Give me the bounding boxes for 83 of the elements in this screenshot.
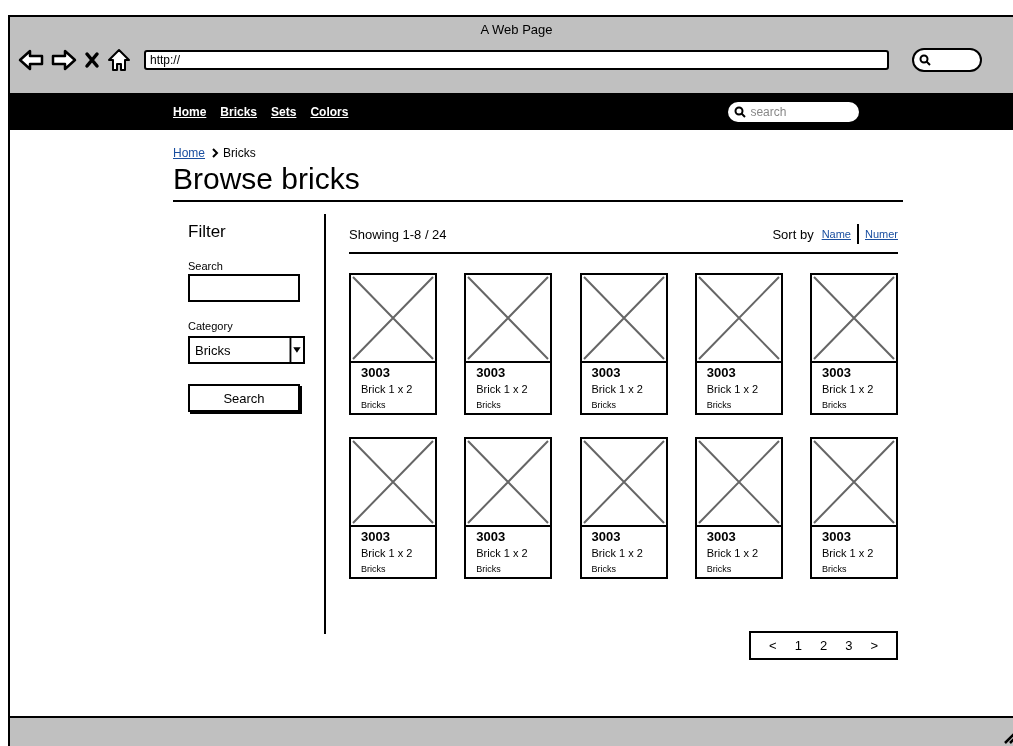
- image-placeholder-icon: [581, 439, 666, 527]
- image-placeholder-icon: [696, 439, 781, 527]
- page-link[interactable]: 2: [819, 638, 828, 653]
- field-label: Search: [188, 260, 223, 272]
- product-card[interactable]: 3003 Brick 1 x 2 Bricks: [464, 273, 553, 415]
- page-heading: Browse bricks: [173, 162, 903, 202]
- product-category: Bricks: [361, 564, 387, 574]
- page-link[interactable]: 3: [845, 638, 853, 653]
- search-icon: [919, 54, 931, 66]
- search-button[interactable]: Search: [188, 384, 300, 412]
- product-name: Brick 1 x 2: [361, 383, 414, 395]
- product-category: Bricks: [706, 400, 733, 410]
- url-field[interactable]: http://: [144, 50, 889, 70]
- chevron-icon: [210, 148, 220, 158]
- product-number: 3003: [591, 529, 622, 544]
- product-card[interactable]: 3003 Brick 1 x 2 Bricks: [694, 437, 783, 579]
- product-name: Brick 1 x 2: [476, 383, 529, 395]
- product-name: Brick 1 x 2: [822, 547, 875, 559]
- product-category: Bricks: [822, 564, 848, 574]
- breadcrumb-current: Bricks: [223, 146, 256, 160]
- home-icon[interactable]: [107, 48, 131, 72]
- nav-link[interactable]: Sets: [271, 104, 297, 119]
- product-name: Brick 1 x 2: [591, 383, 644, 395]
- product-name: Brick 1 x 2: [706, 383, 760, 395]
- product-category: Bricks: [476, 400, 502, 410]
- product-number: 3003: [706, 529, 737, 544]
- product-category: Bricks: [591, 400, 617, 410]
- image-placeholder-icon: [812, 439, 896, 527]
- product-card[interactable]: 3003 Brick 1 x 2 Bricks: [579, 273, 668, 415]
- product-number: 3003: [822, 365, 852, 380]
- image-placeholder-icon: [812, 275, 896, 363]
- nav-link[interactable]: Home: [173, 104, 207, 119]
- product-number: 3003: [476, 365, 507, 380]
- product-name: Brick 1 x 2: [822, 383, 875, 395]
- product-number: 3003: [361, 529, 391, 544]
- page-link[interactable]: <: [769, 638, 777, 653]
- filter-heading: Filter: [188, 222, 226, 242]
- product-card[interactable]: 3003 Brick 1 x 2 Bricks: [349, 437, 437, 579]
- product-number: 3003: [361, 365, 391, 380]
- sort-label: Sort by: [772, 226, 814, 242]
- results-summary: Showing 1-8 / 24: [349, 226, 447, 242]
- product-name: Brick 1 x 2: [361, 547, 414, 559]
- image-placeholder-icon: [351, 439, 435, 527]
- product-name: Brick 1 x 2: [476, 547, 529, 559]
- product-card[interactable]: 3003 Brick 1 x 2 Bricks: [579, 437, 668, 579]
- image-placeholder-icon: [696, 275, 781, 363]
- window-title: A Web Page: [480, 22, 553, 39]
- product-card[interactable]: 3003 Brick 1 x 2 Bricks: [349, 273, 437, 415]
- product-card[interactable]: 3003 Brick 1 x 2 Bricks: [464, 437, 553, 579]
- product-card[interactable]: 3003 Brick 1 x 2 Bricks: [694, 273, 783, 415]
- nav-link[interactable]: Colors: [310, 104, 349, 119]
- image-placeholder-icon: [466, 439, 551, 527]
- product-category: Bricks: [361, 400, 387, 410]
- product-number: 3003: [591, 365, 622, 380]
- page-link[interactable]: >: [870, 638, 878, 653]
- image-placeholder-icon: [581, 275, 666, 363]
- product-name: Brick 1 x 2: [706, 547, 760, 559]
- product-number: 3003: [706, 365, 737, 380]
- sort-link[interactable]: Numer: [865, 228, 898, 240]
- sort-link[interactable]: Name: [821, 228, 851, 240]
- close-icon[interactable]: [84, 51, 100, 69]
- product-category: Bricks: [591, 564, 617, 574]
- breadcrumb-link[interactable]: Home: [173, 146, 205, 160]
- image-placeholder-icon: [351, 275, 435, 363]
- search-field[interactable]: [912, 48, 982, 72]
- product-number: 3003: [476, 529, 507, 544]
- back-icon[interactable]: [18, 49, 44, 71]
- search-input-field[interactable]: [188, 274, 300, 302]
- field-label: Category: [188, 320, 233, 332]
- dropdown-arrow-icon: [289, 338, 303, 362]
- image-placeholder-icon: [466, 275, 551, 363]
- product-card[interactable]: 3003 Brick 1 x 2 Bricks: [810, 437, 898, 579]
- product-category: Bricks: [476, 564, 502, 574]
- nav-link[interactable]: Bricks: [220, 104, 258, 119]
- product-name: Brick 1 x 2: [591, 547, 644, 559]
- page-link[interactable]: 1: [794, 638, 802, 653]
- product-number: 3003: [822, 529, 852, 544]
- product-card[interactable]: 3003 Brick 1 x 2 Bricks: [810, 273, 898, 415]
- product-category: Bricks: [706, 564, 733, 574]
- search-field[interactable]: search: [728, 101, 860, 122]
- product-category: Bricks: [822, 400, 848, 410]
- forward-icon[interactable]: [51, 49, 77, 71]
- category-dropdown[interactable]: Bricks: [188, 336, 305, 364]
